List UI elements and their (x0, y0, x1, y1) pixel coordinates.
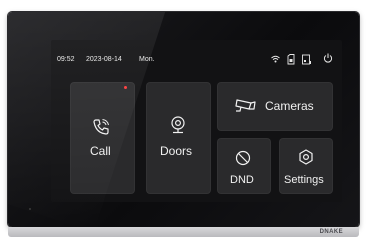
doors-tile[interactable]: Doors (146, 82, 211, 194)
door-unlock-icon (171, 116, 185, 134)
cameras-tile[interactable]: Cameras (217, 82, 333, 131)
status-day: Mon. (139, 56, 155, 63)
dnd-label: DND (230, 174, 254, 186)
settings-label: Settings (284, 174, 324, 186)
device-bottom-frame: DNAKE (8, 227, 359, 237)
call-tile[interactable]: Call (70, 82, 135, 194)
phone-icon (93, 119, 109, 135)
call-label: Call (90, 144, 111, 158)
intercom-device: 09:52 2023-08-14 Mon. Call Doors Cameras… (8, 12, 359, 227)
status-time: 09:52 (57, 56, 75, 63)
dnd-tile[interactable]: DND (217, 138, 271, 194)
camera-icon (235, 99, 256, 112)
cameras-label: Cameras (265, 99, 314, 113)
notification-dot (124, 86, 127, 89)
touch-screen: 09:52 2023-08-14 Mon. Call Doors Cameras… (51, 40, 342, 202)
gear-icon (299, 149, 313, 165)
do-not-disturb-icon (235, 150, 251, 166)
indicator-led (29, 208, 31, 210)
wifi-icon (271, 55, 280, 63)
status-bar: 09:52 2023-08-14 Mon. (57, 53, 334, 66)
settings-tile[interactable]: Settings (279, 138, 333, 194)
doors-label: Doors (160, 144, 193, 158)
power-icon[interactable] (323, 53, 333, 64)
sd-card-icon (287, 54, 295, 65)
brand-logo: DNAKE (319, 229, 343, 235)
storage-icon (302, 54, 311, 65)
status-date: 2023-08-14 (86, 56, 122, 63)
